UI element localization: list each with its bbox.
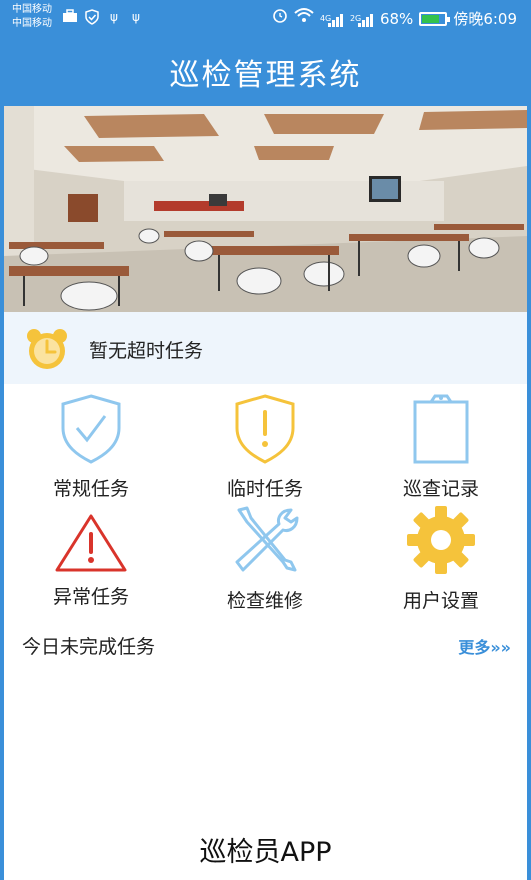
carrier-names: 中国移动 中国移动 <box>12 3 52 31</box>
right-edge <box>527 0 531 880</box>
carrier-2: 中国移动 <box>12 18 52 29</box>
banner-image <box>4 106 527 312</box>
menu-regular-tasks[interactable]: 常规任务 <box>16 392 166 501</box>
signal-2g-icon: 2G <box>350 10 374 28</box>
menu-label: 用户设置 <box>402 590 479 612</box>
shield-check-icon <box>16 392 166 468</box>
timeout-notice: 暂无超时任务 <box>4 312 527 384</box>
usb-icon: ψ <box>110 10 118 24</box>
more-label: 更多 <box>458 638 491 657</box>
notice-text: 暂无超时任务 <box>89 340 204 362</box>
menu-temporary-tasks[interactable]: 临时任务 <box>190 392 340 501</box>
shield-icon <box>84 9 100 25</box>
more-link[interactable]: 更多»» <box>458 634 511 658</box>
battery-percent: 68% <box>379 10 414 28</box>
double-chevron-right-icon: »» <box>490 638 511 657</box>
clipboard-icon <box>366 392 516 468</box>
clock-time: 傍晚6:09 <box>453 10 517 28</box>
menu-label: 常规任务 <box>52 478 129 500</box>
menu-label: 临时任务 <box>226 478 303 500</box>
signal-4g-icon: 4G <box>320 10 344 28</box>
menu-label: 检查维修 <box>226 590 303 612</box>
menu-check-repair[interactable]: 检查维修 <box>190 504 340 613</box>
tools-icon <box>190 504 340 580</box>
shield-alert-icon <box>190 392 340 468</box>
menu-user-settings[interactable]: 用户设置 <box>366 504 516 613</box>
wifi-icon <box>294 7 314 31</box>
menu-label: 异常任务 <box>52 586 129 608</box>
usb-icon-2: ψ <box>132 10 140 24</box>
status-bar: 中国移动 中国移动 ψ ψ 4G 2G 68% 傍晚6:09 <box>0 0 531 36</box>
gear-icon <box>366 504 516 580</box>
alarm-clock-icon <box>24 326 70 372</box>
warning-triangle-icon <box>16 512 166 576</box>
battery-icon <box>419 12 451 26</box>
battery-fill <box>422 15 439 23</box>
app-name: 巡检员APP <box>199 837 332 868</box>
title-bar: 巡检管理系统 <box>0 36 531 106</box>
carrier-1: 中国移动 <box>12 4 52 15</box>
alarm-icon <box>272 7 288 31</box>
today-unfinished-title: 今日未完成任务 <box>22 636 156 658</box>
menu-exception-tasks[interactable]: 异常任务 <box>16 512 166 609</box>
page-title: 巡检管理系统 <box>169 58 362 93</box>
menu-label: 巡查记录 <box>402 478 479 500</box>
menu-inspection-records[interactable]: 巡查记录 <box>366 392 516 501</box>
briefcase-icon <box>62 9 78 25</box>
